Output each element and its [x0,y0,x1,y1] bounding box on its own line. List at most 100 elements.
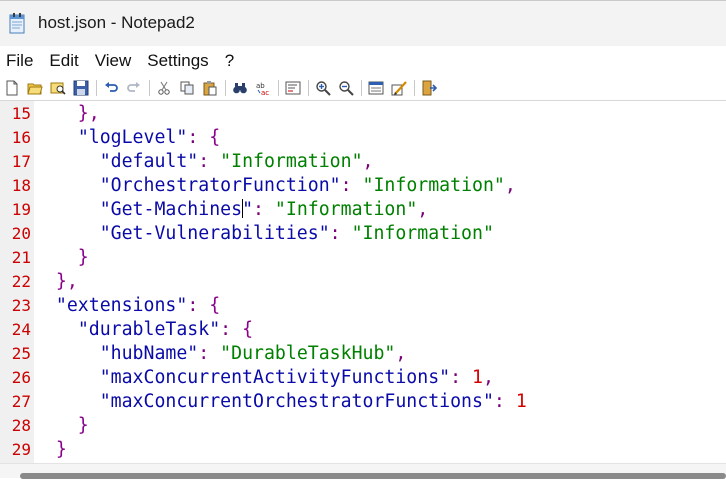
code-line[interactable]: 19 "Get-Machines": "Information", [0,198,726,222]
line-number: 17 [11,152,31,171]
json-punctuation: }, [34,103,100,124]
new-file-icon[interactable] [2,78,22,98]
undo-icon[interactable] [101,78,121,98]
json-operator: : [220,319,243,340]
code-line[interactable]: 22 }, [0,270,726,294]
json-operator: : [198,343,221,364]
word-wrap-icon[interactable] [283,78,303,98]
json-operator: : [450,367,473,388]
scheme-icon[interactable] [366,78,386,98]
code-line[interactable]: 28 } [0,414,726,438]
line-number: 20 [11,224,31,243]
json-punctuation [34,223,100,244]
line-number: 15 [11,104,31,123]
code-line[interactable]: 29 } [0,438,726,462]
json-punctuation [34,295,56,316]
json-punctuation [34,319,78,340]
code-lines: 15 }, 16 "logLevel": {17 "default": "Info… [0,102,726,462]
json-operator: : [493,391,516,412]
code-line[interactable]: 26 "maxConcurrentActivityFunctions": 1, [0,366,726,390]
redo-icon[interactable] [124,78,144,98]
code-text: "logLevel": { [34,126,220,150]
find-icon[interactable] [230,78,250,98]
line-number: 16 [11,128,31,147]
json-key: "maxConcurrentActivityFunctions" [99,367,451,388]
json-key: "maxConcurrentOrchestratorFunctions" [99,391,494,412]
code-line[interactable]: 20 "Get-Vulnerabilities": "Information" [0,222,726,246]
line-number: 28 [11,416,31,435]
zoom-out-icon[interactable] [336,78,356,98]
paste-icon[interactable] [200,78,220,98]
json-punctuation [34,127,78,148]
json-punctuation: } [34,247,89,268]
line-number: 26 [11,368,31,387]
text-editor[interactable]: 15 }, 16 "logLevel": {17 "default": "Info… [0,101,726,463]
toolbar-separator [308,79,309,96]
code-line[interactable]: 15 }, [0,102,726,126]
json-operator: , [482,367,494,388]
json-punctuation: { [209,295,221,316]
json-key: " [242,199,254,220]
json-key: "durableTask" [77,319,221,340]
line-number: 23 [11,296,31,315]
menu-settings[interactable]: Settings [141,47,218,75]
code-text: } [34,438,67,462]
open-folder-icon[interactable] [25,78,45,98]
json-number: 1 [472,367,483,388]
zoom-in-icon[interactable] [313,78,333,98]
json-operator: , [362,151,374,172]
customize-scheme-icon[interactable] [389,78,409,98]
line-number: 19 [11,200,31,219]
json-string: "Information" [362,175,505,196]
code-line[interactable]: 24 "durableTask": { [0,318,726,342]
line-number: 29 [11,440,31,459]
toolbar-separator [149,79,150,96]
json-key: "OrchestratorFunction" [99,175,341,196]
title-bar[interactable]: host.json - Notepad2 [0,0,726,46]
json-punctuation: { [242,319,254,340]
exit-icon[interactable] [419,78,439,98]
code-text: "Get-Vulnerabilities": "Information" [34,222,494,246]
menu-edit[interactable]: Edit [43,47,88,75]
json-punctuation: }, [34,271,78,292]
line-number: 24 [11,320,31,339]
menu-view[interactable]: View [89,47,142,75]
json-key: "Get-Vulnerabilities" [99,223,330,244]
code-text: "OrchestratorFunction": "Information", [34,174,516,198]
json-key: "hubName" [99,343,199,364]
code-line[interactable]: 17 "default": "Information", [0,150,726,174]
cut-icon[interactable] [154,78,174,98]
code-text: "hubName": "DurableTaskHub", [34,342,407,366]
code-line[interactable]: 18 "OrchestratorFunction": "Information"… [0,174,726,198]
scrollbar-thumb[interactable] [20,473,726,479]
toolbar-separator [225,79,226,96]
code-line[interactable]: 27 "maxConcurrentOrchestratorFunctions":… [0,390,726,414]
menu-file[interactable]: File [0,47,43,75]
menu-help[interactable]: ? [219,47,244,75]
toolbar-separator [414,79,415,96]
code-text: } [34,246,89,270]
code-line[interactable]: 16 "logLevel": { [0,126,726,150]
notepad-icon [9,13,25,34]
save-icon[interactable] [71,78,91,98]
code-line[interactable]: 21 } [0,246,726,270]
json-string: "Information" [351,223,494,244]
window-title: host.json - Notepad2 [38,13,195,32]
json-operator: , [504,175,516,196]
toolbar: ab ac [0,75,726,101]
code-text: }, [34,270,78,294]
replace-icon[interactable]: ab ac [253,78,273,98]
code-text: } [34,414,89,438]
json-key: "logLevel" [77,127,188,148]
code-text: "maxConcurrentOrchestratorFunctions": 1 [34,390,527,414]
horizontal-scrollbar[interactable] [0,463,726,479]
json-punctuation: } [34,439,67,460]
code-line[interactable]: 23 "extensions": { [0,294,726,318]
json-key: "default" [99,151,199,172]
code-line[interactable]: 25 "hubName": "DurableTaskHub", [0,342,726,366]
copy-icon[interactable] [177,78,197,98]
line-number: 25 [11,344,31,363]
json-punctuation [34,151,100,172]
json-operator: : [340,175,363,196]
browse-icon[interactable] [48,78,68,98]
